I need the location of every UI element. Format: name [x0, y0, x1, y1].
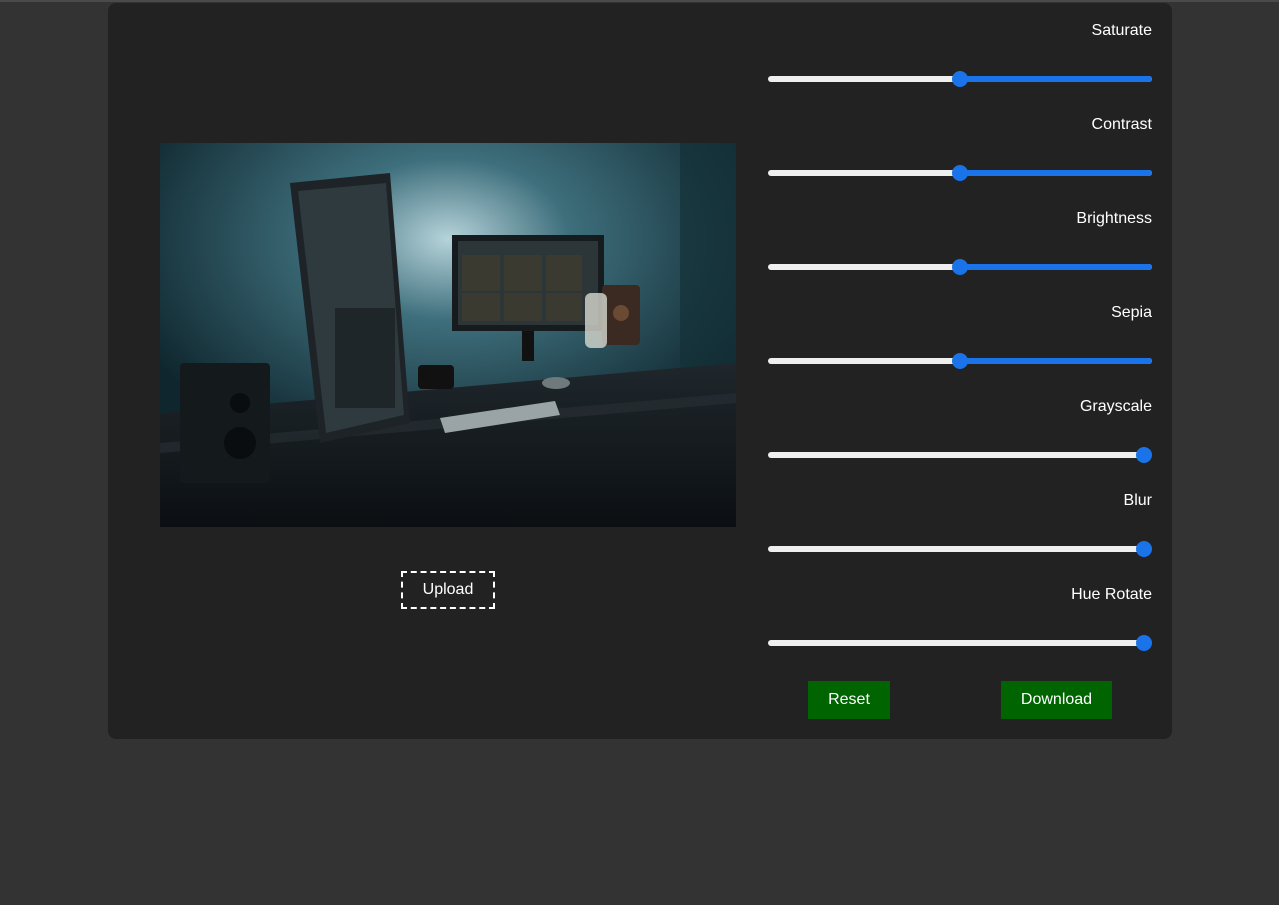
slider-thumb[interactable] — [952, 71, 968, 87]
slider-track — [768, 452, 1152, 458]
slider-fill — [960, 170, 1152, 176]
slider-track — [768, 546, 1152, 552]
editor-panel: Upload Saturate Contrast Brightness Sepi… — [108, 3, 1172, 739]
filter-brightness: Brightness — [768, 191, 1152, 285]
slider-thumb[interactable] — [1136, 447, 1152, 463]
slider-track — [768, 640, 1152, 646]
brightness-label: Brightness — [1076, 210, 1152, 227]
blur-label: Blur — [1123, 492, 1152, 509]
filter-grayscale: Grayscale — [768, 379, 1152, 473]
sepia-slider[interactable] — [768, 353, 1152, 369]
hue-rotate-slider[interactable] — [768, 635, 1152, 651]
slider-fill — [960, 76, 1152, 82]
slider-thumb[interactable] — [1136, 635, 1152, 651]
desk-setup-photo — [160, 143, 736, 527]
slider-thumb[interactable] — [952, 259, 968, 275]
grayscale-label: Grayscale — [1079, 398, 1152, 415]
upload-button[interactable]: Upload — [401, 571, 495, 609]
contrast-label: Contrast — [1091, 116, 1152, 133]
slider-fill — [960, 264, 1152, 270]
download-button[interactable]: Download — [1001, 681, 1112, 719]
blur-slider[interactable] — [768, 541, 1152, 557]
contrast-slider[interactable] — [768, 165, 1152, 181]
filter-hue-rotate: Hue Rotate — [768, 567, 1152, 661]
filter-contrast: Contrast — [768, 97, 1152, 191]
filter-saturate: Saturate — [768, 3, 1152, 97]
image-preview — [160, 143, 736, 527]
saturate-slider[interactable] — [768, 71, 1152, 87]
brightness-slider[interactable] — [768, 259, 1152, 275]
slider-fill — [960, 358, 1152, 364]
reset-button[interactable]: Reset — [808, 681, 890, 719]
slider-thumb[interactable] — [952, 165, 968, 181]
grayscale-slider[interactable] — [768, 447, 1152, 463]
slider-thumb[interactable] — [1136, 541, 1152, 557]
sepia-label: Sepia — [1111, 304, 1152, 321]
saturate-label: Saturate — [1091, 22, 1152, 39]
filter-controls: Saturate Contrast Brightness Sepia Grays… — [768, 3, 1152, 661]
filter-sepia: Sepia — [768, 285, 1152, 379]
slider-thumb[interactable] — [952, 353, 968, 369]
hue-rotate-label: Hue Rotate — [1071, 586, 1152, 603]
top-border — [0, 0, 1279, 2]
filter-blur: Blur — [768, 473, 1152, 567]
